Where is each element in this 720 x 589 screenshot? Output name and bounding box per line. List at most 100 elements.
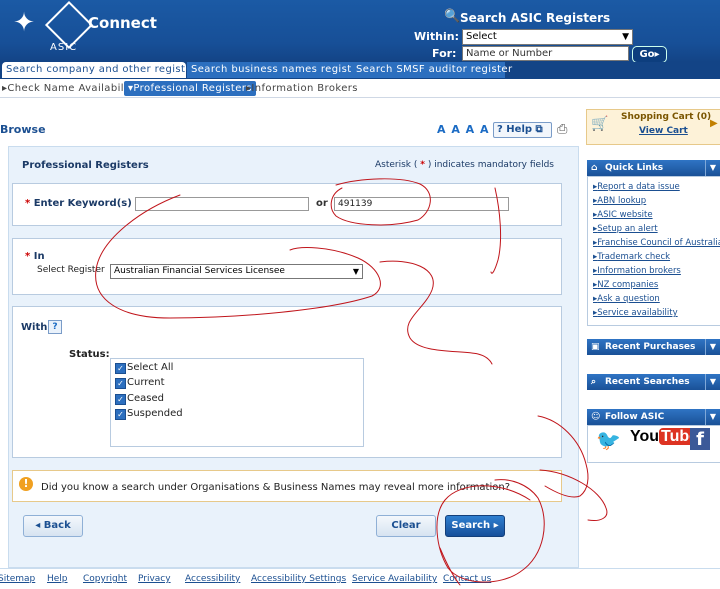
status-option-label: Current xyxy=(127,377,165,388)
quick-link-label: ASIC website xyxy=(597,210,653,220)
footer-link-accessibility-settings[interactable]: Accessibility Settings xyxy=(251,574,346,584)
subnav-professional-registers[interactable]: ▾Professional Registers xyxy=(124,81,256,96)
arrow-left-icon: ◂ xyxy=(35,520,44,531)
recent-searches-header[interactable]: ⌕ Recent Searches ▼ xyxy=(587,374,720,390)
footer-link-help[interactable]: Help xyxy=(47,574,68,584)
subnav-label: Information Brokers xyxy=(251,83,358,94)
quick-links-title: Quick Links xyxy=(605,163,664,173)
subnav-label: Professional Registers xyxy=(133,83,252,94)
info-tip-text: Did you know a search under Organisation… xyxy=(41,482,511,493)
chevron-down-icon: ▼ xyxy=(352,267,359,276)
status-label: Status: xyxy=(69,349,110,360)
tab-search-business-names[interactable]: Search business names register xyxy=(187,62,362,78)
back-button[interactable]: ◂ Back xyxy=(23,515,83,537)
quick-link[interactable]: ▸NZ companies xyxy=(593,280,658,290)
chevron-down-icon[interactable]: ▼ xyxy=(705,339,720,355)
tab-search-smsf-auditor[interactable]: Search SMSF auditor register xyxy=(352,62,512,78)
footer-link-accessibility[interactable]: Accessibility xyxy=(185,574,240,584)
checkbox-checked-icon[interactable]: ✓ xyxy=(115,363,126,374)
go-button[interactable]: Go▸ xyxy=(632,46,667,63)
quick-link[interactable]: ▸ASIC website xyxy=(593,210,653,220)
footer-link-contact-us[interactable]: Contact us xyxy=(443,574,491,584)
help-question-icon[interactable]: ? xyxy=(48,320,62,334)
quick-link[interactable]: ▸Ask a question xyxy=(593,294,660,304)
quick-link[interactable]: ▸Trademark check xyxy=(593,252,670,262)
quick-link[interactable]: ▸Service availability xyxy=(593,308,678,318)
status-suspended[interactable]: ✓ Suspended xyxy=(115,407,183,420)
page-title: Browse xyxy=(0,123,46,136)
follow-asic-header[interactable]: ☺ Follow ASIC ▼ xyxy=(587,409,720,425)
font-size-icon[interactable]: A A A A xyxy=(437,123,490,136)
cart-title: Shopping Cart (0) xyxy=(621,112,712,122)
checkbox-checked-icon[interactable]: ✓ xyxy=(115,394,126,405)
status-ceased[interactable]: ✓ Ceased xyxy=(115,392,164,405)
status-current[interactable]: ✓ Current xyxy=(115,376,165,389)
register-select-value: Australian Financial Services Licensee xyxy=(114,266,285,276)
keyword-label-text: Enter Keyword(s) xyxy=(33,198,132,209)
required-asterisk: * xyxy=(420,160,425,170)
search-registers-title: Search ASIC Registers xyxy=(460,11,611,25)
checkbox-checked-icon[interactable]: ✓ xyxy=(115,409,126,420)
quick-link-label: ABN lookup xyxy=(597,196,647,206)
in-label: * In xyxy=(25,251,45,262)
chevron-right-icon[interactable]: ▶ xyxy=(710,118,718,129)
keyword-input-2[interactable]: 491139 xyxy=(334,197,509,211)
help-label: Help xyxy=(506,124,533,135)
checkbox-checked-icon[interactable]: ✓ xyxy=(115,378,126,389)
quick-link[interactable]: ▸Report a data issue xyxy=(593,182,680,192)
back-label: Back xyxy=(43,520,71,531)
status-select-all[interactable]: ✓ Select All xyxy=(115,361,173,374)
required-asterisk: * xyxy=(25,251,31,262)
footer-link-privacy[interactable]: Privacy xyxy=(138,574,171,584)
quick-links-header[interactable]: ⌂ Quick Links ▼ xyxy=(587,160,720,176)
keyword-input-1[interactable] xyxy=(135,197,309,211)
search-input[interactable]: Name or Number xyxy=(462,46,629,61)
link-icon: ⌂ xyxy=(591,163,598,173)
clear-button[interactable]: Clear xyxy=(376,515,436,537)
youtube-you: You xyxy=(630,428,660,445)
quick-link[interactable]: ▸Setup an alert xyxy=(593,224,658,234)
with-label: With xyxy=(21,322,48,333)
help-button[interactable]: ? Help ⧉ xyxy=(493,122,552,138)
search-button[interactable]: Search ▸ xyxy=(445,515,505,537)
within-select[interactable]: Select ▼ xyxy=(462,29,633,45)
status-option-label: Suspended xyxy=(127,408,183,419)
required-asterisk: * xyxy=(25,198,31,209)
quick-link-label: Ask a question xyxy=(597,294,660,304)
arrow-right-icon: ▸ xyxy=(490,520,499,531)
footer-link-sitemap[interactable]: Sitemap xyxy=(0,574,35,584)
subnav-information-brokers[interactable]: ▸Information Brokers xyxy=(246,81,358,96)
quick-link-label: NZ companies xyxy=(597,280,659,290)
footer-divider xyxy=(0,568,720,569)
chevron-down-icon[interactable]: ▼ xyxy=(705,160,720,176)
tab-search-company[interactable]: Search company and other registers xyxy=(2,62,202,78)
register-select[interactable]: Australian Financial Services Licensee ▼ xyxy=(110,264,363,279)
quick-link-label: Information brokers xyxy=(597,266,681,276)
cart-icon: 🛒 xyxy=(591,116,609,132)
chevron-down-icon[interactable]: ▼ xyxy=(705,409,720,425)
select-register-label: Select Register xyxy=(37,265,105,275)
exclamation-icon: ! xyxy=(19,477,33,491)
facebook-icon[interactable]: f xyxy=(690,428,710,450)
in-label-text: In xyxy=(33,251,45,262)
mandatory-note: Asterisk ( * ) indicates mandatory field… xyxy=(375,160,554,170)
quick-link-label: Service availability xyxy=(597,308,678,318)
or-label: or xyxy=(316,198,328,209)
go-label: Go xyxy=(639,49,655,60)
recent-purchases-header[interactable]: ▣ Recent Purchases ▼ xyxy=(587,339,720,355)
brand-title[interactable]: Connect xyxy=(88,14,157,32)
footer-link-service-availability[interactable]: Service Availability xyxy=(352,574,437,584)
quick-link[interactable]: ▸ABN lookup xyxy=(593,196,646,206)
chevron-down-icon: ▼ xyxy=(622,32,629,42)
quick-link[interactable]: ▸Franchise Council of Australia xyxy=(593,238,720,248)
twitter-icon[interactable]: 🐦 xyxy=(596,428,621,452)
chevron-down-icon[interactable]: ▼ xyxy=(705,374,720,390)
footer-link-copyright[interactable]: Copyright xyxy=(83,574,127,584)
view-cart-link[interactable]: View Cart xyxy=(639,126,688,136)
people-icon: ☺ xyxy=(591,412,601,422)
quick-link[interactable]: ▸Information brokers xyxy=(593,266,681,276)
print-icon[interactable]: ⎙ xyxy=(557,122,567,137)
recent-searches-title: Recent Searches xyxy=(605,377,690,387)
subnav-check-name[interactable]: ▸Check Name Availability xyxy=(2,81,138,96)
coat-of-arms-icon: ✦ xyxy=(13,8,35,38)
